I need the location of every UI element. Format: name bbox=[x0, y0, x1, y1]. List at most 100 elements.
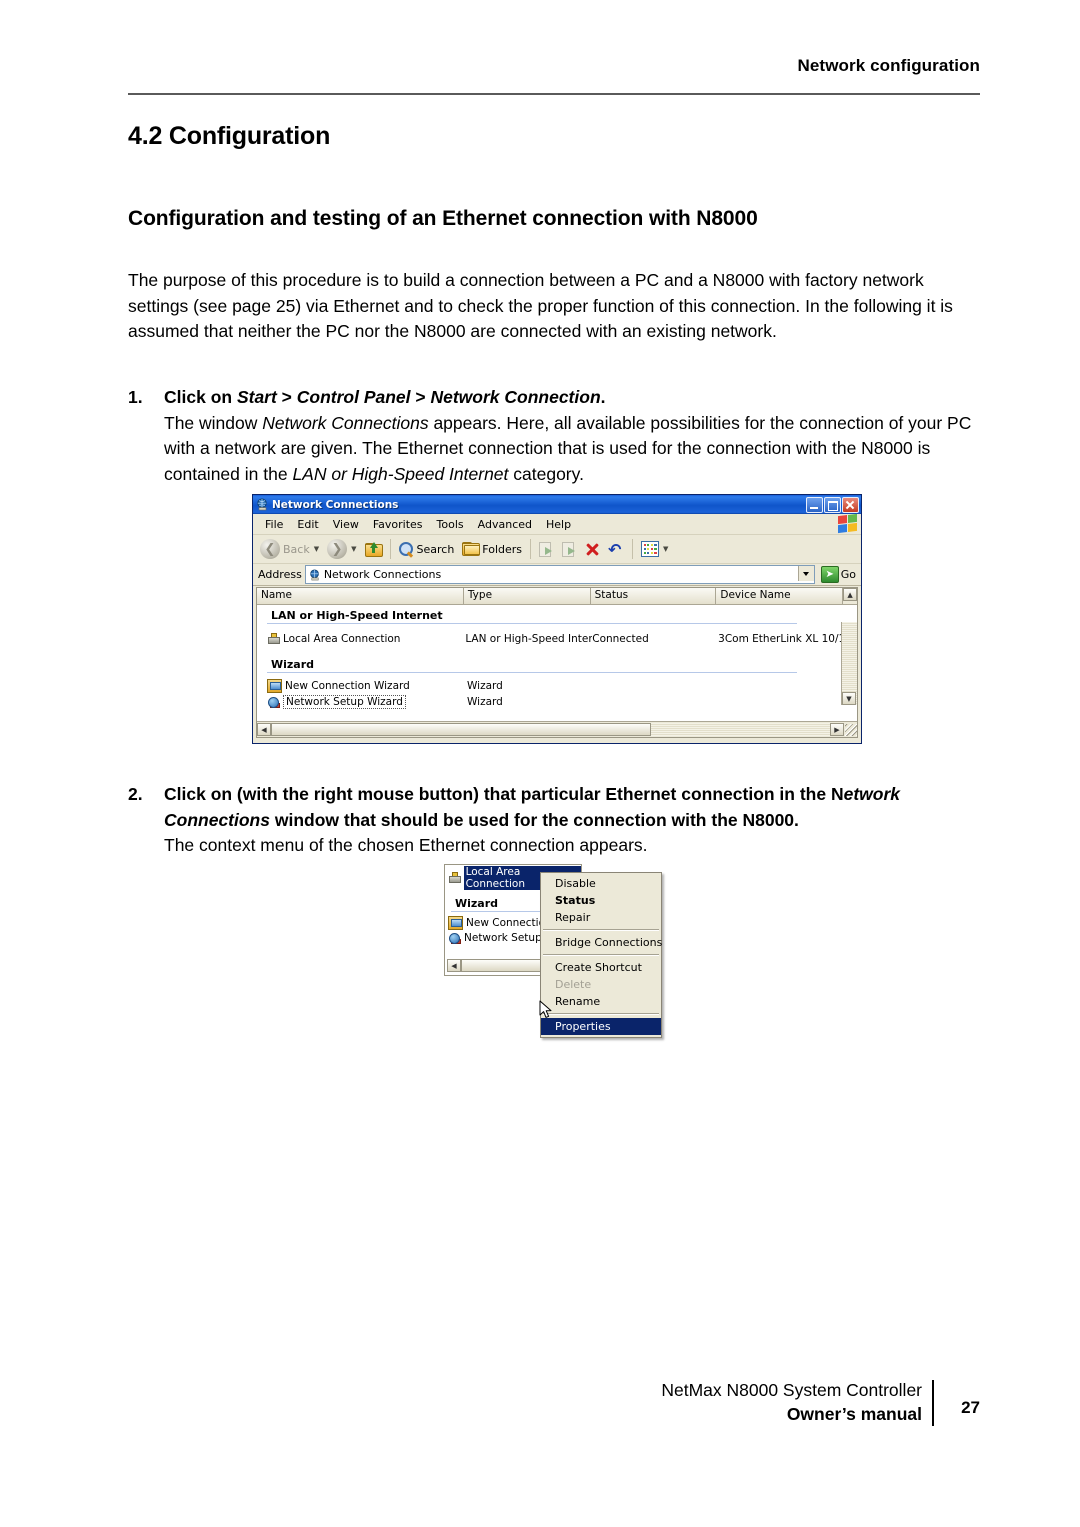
address-dropdown-button[interactable] bbox=[797, 566, 814, 581]
network-connections-window[interactable]: Network Connections File Edit View Favor… bbox=[252, 494, 862, 744]
context-menu-item-repair[interactable]: Repair bbox=[541, 909, 661, 926]
window-controls[interactable] bbox=[806, 496, 859, 513]
chevron-down-icon[interactable]: ▼ bbox=[314, 545, 319, 553]
row-status-cell: Connected bbox=[592, 633, 649, 645]
list-body[interactable]: LAN or High-Speed Internet Local Area Co… bbox=[257, 605, 857, 721]
menu-edit[interactable]: Edit bbox=[290, 517, 325, 532]
move-to-button[interactable] bbox=[536, 541, 557, 557]
scroll-left-button[interactable]: ◀ bbox=[257, 723, 271, 736]
connection-name: Local Area Connection bbox=[283, 633, 401, 645]
page-number: 27 bbox=[961, 1398, 980, 1417]
connection-name: New Connection Wizard bbox=[285, 680, 410, 692]
context-menu-item-create-shortcut[interactable]: Create Shortcut bbox=[541, 959, 661, 976]
delete-x-icon bbox=[585, 542, 600, 557]
table-row[interactable]: New Connection Wizard Wizard bbox=[257, 678, 857, 694]
intro-paragraph: The purpose of this procedure is to buil… bbox=[128, 270, 953, 341]
context-menu-item-status[interactable]: Status bbox=[541, 892, 661, 909]
table-row[interactable]: Network Setup Wizard Wizard bbox=[257, 694, 857, 710]
search-label: Search bbox=[416, 542, 455, 556]
up-button[interactable] bbox=[362, 541, 385, 558]
row-type-cell: Wizard bbox=[467, 696, 503, 708]
magnifier-icon bbox=[398, 541, 414, 557]
network-setup-wizard-icon bbox=[267, 696, 280, 708]
context-menu-separator bbox=[543, 929, 659, 931]
toolbar[interactable]: ❮ Back ▼ ❯ ▼ Search Folders ↶ ▼ bbox=[253, 535, 861, 564]
column-header-name[interactable]: Name bbox=[257, 588, 464, 604]
scroll-down-button[interactable]: ▼ bbox=[842, 692, 856, 705]
group-header-wizard: Wizard bbox=[271, 658, 315, 671]
menu-file[interactable]: File bbox=[258, 517, 290, 532]
chevron-down-icon[interactable]: ▼ bbox=[351, 545, 356, 553]
maximize-icon[interactable] bbox=[824, 496, 841, 513]
back-arrow-icon: ❮ bbox=[260, 539, 280, 559]
toolbar-separator bbox=[389, 539, 391, 559]
list-column-headers[interactable]: Name Type Status Device Name ▲ bbox=[257, 588, 857, 605]
group-rule bbox=[267, 623, 797, 624]
views-button[interactable]: ▼ bbox=[638, 540, 671, 558]
step-2-number: 2. bbox=[128, 784, 143, 804]
footer-text: NetMax N8000 System Controller Owner’s m… bbox=[661, 1378, 922, 1426]
row-type-cell: LAN or High-Speed Inter… bbox=[465, 633, 593, 645]
menu-advanced[interactable]: Advanced bbox=[471, 517, 539, 532]
context-menu-item-disable[interactable]: Disable bbox=[541, 875, 661, 892]
close-icon[interactable] bbox=[842, 496, 859, 513]
step-1-detail: The window Network Connections appears. … bbox=[164, 412, 972, 484]
address-input[interactable]: Network Connections bbox=[304, 565, 815, 584]
column-header-device[interactable]: Device Name bbox=[716, 588, 844, 604]
folder-icon bbox=[462, 542, 481, 556]
connection-name: Network Setup Wizard bbox=[283, 695, 406, 709]
minimize-icon[interactable] bbox=[806, 496, 823, 513]
horizontal-scrollbar[interactable]: ◀ ▶ bbox=[257, 721, 857, 737]
row-device-cell: 3Com EtherLink XL 10/10… bbox=[718, 633, 857, 645]
step-2-body: Click on (with the right mouse button) t… bbox=[164, 782, 988, 859]
connections-list-view[interactable]: Name Type Status Device Name ▲ LAN or Hi… bbox=[256, 587, 858, 738]
search-button[interactable]: Search bbox=[396, 541, 458, 558]
network-setup-wizard-icon bbox=[448, 932, 461, 944]
running-head-text: Network configuration bbox=[797, 56, 980, 75]
address-bar[interactable]: Address Network Connections ➤ Go bbox=[253, 564, 861, 586]
column-header-type[interactable]: Type bbox=[463, 588, 591, 604]
connection-context-menu[interactable]: Disable Status Repair Bridge Connections… bbox=[540, 872, 662, 1038]
scroll-right-button[interactable]: ▶ bbox=[830, 723, 844, 736]
group-header-lan: LAN or High-Speed Internet bbox=[271, 609, 443, 622]
footer-product: NetMax N8000 System Controller bbox=[661, 1380, 922, 1400]
menu-tools[interactable]: Tools bbox=[430, 517, 471, 532]
menu-favorites[interactable]: Favorites bbox=[366, 517, 430, 532]
lan-adapter-icon bbox=[448, 872, 461, 884]
back-button[interactable]: ❮ Back ▼ bbox=[257, 538, 322, 560]
context-menu-screenshot[interactable]: Local Area Connection Wizard New Connect… bbox=[444, 864, 672, 1038]
context-menu-item-bridge-connections[interactable]: Bridge Connections bbox=[541, 934, 662, 951]
go-button[interactable]: ➤ Go bbox=[818, 566, 859, 583]
back-label: Back bbox=[283, 542, 310, 556]
menu-view[interactable]: View bbox=[326, 517, 366, 532]
forward-button[interactable]: ❯ ▼ bbox=[324, 538, 359, 560]
row-name-cell[interactable]: Local Area Connection bbox=[267, 633, 465, 645]
chevron-down-icon[interactable]: ▼ bbox=[663, 545, 668, 553]
row-name-cell[interactable]: Network Setup Wizard bbox=[267, 695, 467, 709]
undo-button[interactable]: ↶ bbox=[605, 541, 627, 558]
scroll-left-button[interactable]: ◀ bbox=[447, 959, 461, 972]
context-menu-separator bbox=[543, 954, 659, 956]
step-1-body: Click on Start > Control Panel > Network… bbox=[164, 385, 986, 487]
vertical-scrollbar[interactable]: ▼ bbox=[841, 622, 857, 705]
context-menu-item-rename[interactable]: Rename bbox=[541, 993, 661, 1010]
window-titlebar[interactable]: Network Connections bbox=[253, 495, 861, 514]
folders-button[interactable]: Folders bbox=[459, 541, 525, 557]
toolbar-separator bbox=[530, 539, 532, 559]
page-footer: NetMax N8000 System Controller Owner’s m… bbox=[128, 1378, 980, 1438]
scrollbar-track[interactable] bbox=[651, 723, 830, 736]
column-header-status[interactable]: Status bbox=[590, 588, 717, 604]
views-grid-icon bbox=[641, 541, 660, 557]
delete-button[interactable] bbox=[582, 541, 603, 558]
move-to-icon bbox=[539, 542, 554, 557]
step-2: 2. Click on (with the right mouse button… bbox=[128, 782, 988, 859]
copy-to-button[interactable] bbox=[559, 541, 580, 557]
menu-help[interactable]: Help bbox=[539, 517, 578, 532]
scrollbar-thumb[interactable] bbox=[271, 723, 651, 736]
context-menu-item-properties[interactable]: Properties bbox=[541, 1018, 661, 1035]
menu-bar[interactable]: File Edit View Favorites Tools Advanced … bbox=[253, 513, 861, 535]
resize-grip[interactable] bbox=[845, 723, 857, 736]
row-name-cell[interactable]: New Connection Wizard bbox=[267, 679, 467, 693]
table-row[interactable]: Local Area Connection LAN or High-Speed … bbox=[257, 631, 857, 647]
scroll-up-button[interactable]: ▲ bbox=[843, 588, 857, 601]
